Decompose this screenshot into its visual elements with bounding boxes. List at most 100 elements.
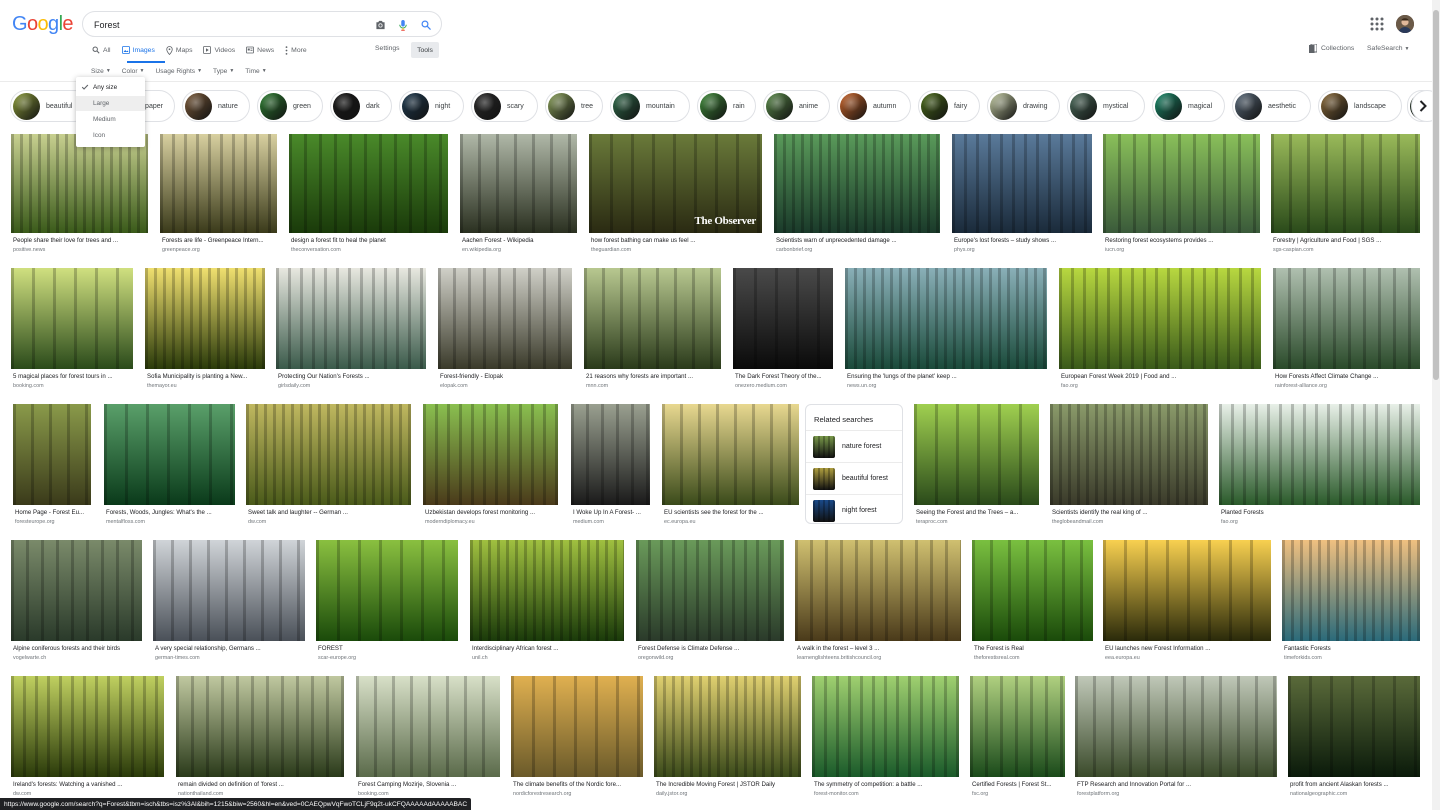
result-thumbnail[interactable] bbox=[812, 676, 959, 777]
result-thumbnail[interactable] bbox=[11, 134, 148, 233]
result-thumbnail[interactable] bbox=[914, 404, 1039, 505]
tab-videos[interactable]: Videos bbox=[203, 43, 235, 57]
result-thumbnail[interactable] bbox=[104, 404, 235, 505]
image-result[interactable]: Forestry | Agriculture and Food | SGS ..… bbox=[1271, 134, 1420, 257]
image-result[interactable]: The Forest is Real theforestisreal.com bbox=[972, 540, 1093, 665]
chip-landscape[interactable]: landscape bbox=[1318, 90, 1402, 122]
image-result[interactable]: 21 reasons why forests are important ...… bbox=[584, 268, 721, 393]
filter-usage-rights-dropdown[interactable]: Usage Rights ▼ bbox=[156, 68, 203, 75]
filter-type-dropdown[interactable]: Type ▼ bbox=[213, 68, 234, 75]
result-thumbnail[interactable] bbox=[654, 676, 801, 777]
filter-time-dropdown[interactable]: Time ▼ bbox=[245, 68, 266, 75]
chip-mountain[interactable]: mountain bbox=[610, 90, 690, 122]
settings-link[interactable]: Settings bbox=[375, 45, 400, 52]
result-caption[interactable]: Aachen Forest - Wikipedia bbox=[462, 237, 575, 244]
image-result[interactable]: A walk in the forest – level 3 ... learne… bbox=[795, 540, 961, 665]
result-thumbnail[interactable] bbox=[1103, 134, 1260, 233]
image-result[interactable]: Scientists identify the real king of ...… bbox=[1050, 404, 1208, 529]
result-caption[interactable]: How Forests Affect Climate Change ... bbox=[1275, 373, 1418, 380]
image-result[interactable]: Protecting Our Nation's Forests ... girls… bbox=[276, 268, 426, 393]
filter-color-dropdown[interactable]: Color ▼ bbox=[122, 68, 145, 75]
apps-grid-icon[interactable] bbox=[1370, 17, 1384, 31]
result-thumbnail[interactable] bbox=[423, 404, 558, 505]
chip-aesthetic[interactable]: aesthetic bbox=[1232, 90, 1311, 122]
result-thumbnail[interactable] bbox=[13, 404, 91, 505]
image-result[interactable]: Forest-friendly - Elopak elopak.com bbox=[438, 268, 572, 393]
result-thumbnail[interactable] bbox=[571, 404, 650, 505]
image-result[interactable]: I Woke Up In A Forest- ... medium.com bbox=[571, 404, 650, 529]
search-icon[interactable] bbox=[418, 17, 434, 33]
result-caption[interactable]: FOREST bbox=[318, 645, 456, 652]
related-search-item[interactable]: nature forest bbox=[806, 430, 902, 462]
chip-dark[interactable]: dark bbox=[330, 90, 392, 122]
result-caption[interactable]: 5 magical places for forest tours in ... bbox=[13, 373, 131, 380]
result-thumbnail[interactable] bbox=[774, 134, 940, 233]
tab-all[interactable]: All bbox=[92, 43, 111, 57]
result-caption[interactable]: 21 reasons why forests are important ... bbox=[586, 373, 719, 380]
result-caption[interactable]: Forest Camping Mozirje, Slovenia ... bbox=[358, 781, 498, 788]
image-result[interactable]: Restoring forest ecosystems provides ...… bbox=[1103, 134, 1260, 257]
result-thumbnail[interactable] bbox=[1282, 540, 1420, 641]
result-caption[interactable]: Scientists identify the real king of ... bbox=[1052, 509, 1206, 516]
result-caption[interactable]: Forests are life - Greenpeace Intern... bbox=[162, 237, 275, 244]
image-result[interactable]: FTP Research and Innovation Portal for .… bbox=[1075, 676, 1277, 801]
image-result[interactable]: Ireland's forests: Watching a vanished .… bbox=[11, 676, 164, 801]
result-thumbnail[interactable] bbox=[276, 268, 426, 369]
chip-autumn[interactable]: autumn bbox=[837, 90, 911, 122]
image-result[interactable]: Scientists warn of unprecedented damage … bbox=[774, 134, 940, 257]
result-thumbnail[interactable] bbox=[1288, 676, 1420, 777]
image-result[interactable]: The Dark Forest Theory of the... onezero.… bbox=[733, 268, 833, 393]
result-caption[interactable]: Planted Forests bbox=[1221, 509, 1418, 516]
chip-magical[interactable]: magical bbox=[1152, 90, 1225, 122]
result-caption[interactable]: Forests, Woods, Jungles: What's the ... bbox=[106, 509, 233, 516]
result-thumbnail[interactable]: The Observer bbox=[589, 134, 762, 233]
result-caption[interactable]: Certified Forests | Forest St... bbox=[972, 781, 1063, 788]
result-caption[interactable]: Forestry | Agriculture and Food | SGS ..… bbox=[1273, 237, 1418, 244]
result-caption[interactable]: The Incredible Moving Forest | JSTOR Dai… bbox=[656, 781, 799, 788]
result-caption[interactable]: Ireland's forests: Watching a vanished .… bbox=[13, 781, 162, 788]
image-result[interactable]: FOREST scar-europe.org bbox=[316, 540, 458, 665]
result-thumbnail[interactable] bbox=[1059, 268, 1261, 369]
image-result[interactable]: EU scientists see the forest for the ...… bbox=[662, 404, 799, 529]
result-caption[interactable]: remain divided on definition of 'forest … bbox=[178, 781, 342, 788]
chip-fairy[interactable]: fairy bbox=[918, 90, 980, 122]
related-search-item[interactable]: beautiful forest bbox=[806, 462, 902, 494]
result-caption[interactable]: Restoring forest ecosystems provides ... bbox=[1105, 237, 1258, 244]
image-result[interactable]: Forests, Woods, Jungles: What's the ... m… bbox=[104, 404, 235, 529]
result-thumbnail[interactable] bbox=[11, 268, 133, 369]
image-result[interactable]: Certified Forests | Forest St... fsc.org bbox=[970, 676, 1065, 801]
result-thumbnail[interactable] bbox=[1273, 268, 1420, 369]
image-result[interactable]: profit from ancient Alaskan forests ... n… bbox=[1288, 676, 1420, 801]
result-thumbnail[interactable] bbox=[584, 268, 721, 369]
filter-size-dropdown[interactable]: Size ▼ bbox=[91, 68, 111, 75]
result-thumbnail[interactable] bbox=[1271, 134, 1420, 233]
tab-maps[interactable]: Maps bbox=[166, 43, 192, 57]
result-thumbnail[interactable] bbox=[246, 404, 411, 505]
image-result[interactable]: 5 magical places for forest tours in ...… bbox=[11, 268, 133, 393]
result-caption[interactable]: Forest-friendly - Elopak bbox=[440, 373, 570, 380]
result-caption[interactable]: Europe's lost forests – study shows ... bbox=[954, 237, 1090, 244]
result-thumbnail[interactable] bbox=[438, 268, 572, 369]
result-thumbnail[interactable] bbox=[511, 676, 643, 777]
tools-button[interactable]: Tools bbox=[411, 42, 439, 58]
result-caption[interactable]: The climate benefits of the Nordic fore.… bbox=[513, 781, 641, 788]
safesearch-dropdown[interactable]: SafeSearch ▼ bbox=[1367, 45, 1409, 52]
result-thumbnail[interactable] bbox=[460, 134, 577, 233]
result-thumbnail[interactable] bbox=[662, 404, 799, 505]
result-caption[interactable]: Sweet talk and laughter -- German ... bbox=[248, 509, 409, 516]
result-caption[interactable]: Sofia Municipality is planting a New... bbox=[147, 373, 263, 380]
image-result[interactable]: Seeing the Forest and the Trees – a... te… bbox=[914, 404, 1039, 529]
image-result[interactable]: Forests are life - Greenpeace Intern... g… bbox=[160, 134, 277, 257]
result-thumbnail[interactable] bbox=[356, 676, 500, 777]
chip-tree[interactable]: tree bbox=[545, 90, 603, 122]
image-result[interactable]: Home Page - Forest Eu... foresteurope.org bbox=[13, 404, 91, 529]
result-caption[interactable]: Protecting Our Nation's Forests ... bbox=[278, 373, 424, 380]
result-caption[interactable]: Fantastic Forests bbox=[1284, 645, 1418, 652]
account-avatar[interactable] bbox=[1396, 15, 1414, 33]
chip-nature[interactable]: nature bbox=[182, 90, 250, 122]
page-scrollbar[interactable] bbox=[1432, 0, 1440, 810]
image-result[interactable]: Sweet talk and laughter -- German ... dw.… bbox=[246, 404, 411, 529]
scrollbar-thumb[interactable] bbox=[1433, 10, 1439, 380]
result-caption[interactable]: how forest bathing can make us feel ... bbox=[591, 237, 760, 244]
result-thumbnail[interactable] bbox=[952, 134, 1092, 233]
